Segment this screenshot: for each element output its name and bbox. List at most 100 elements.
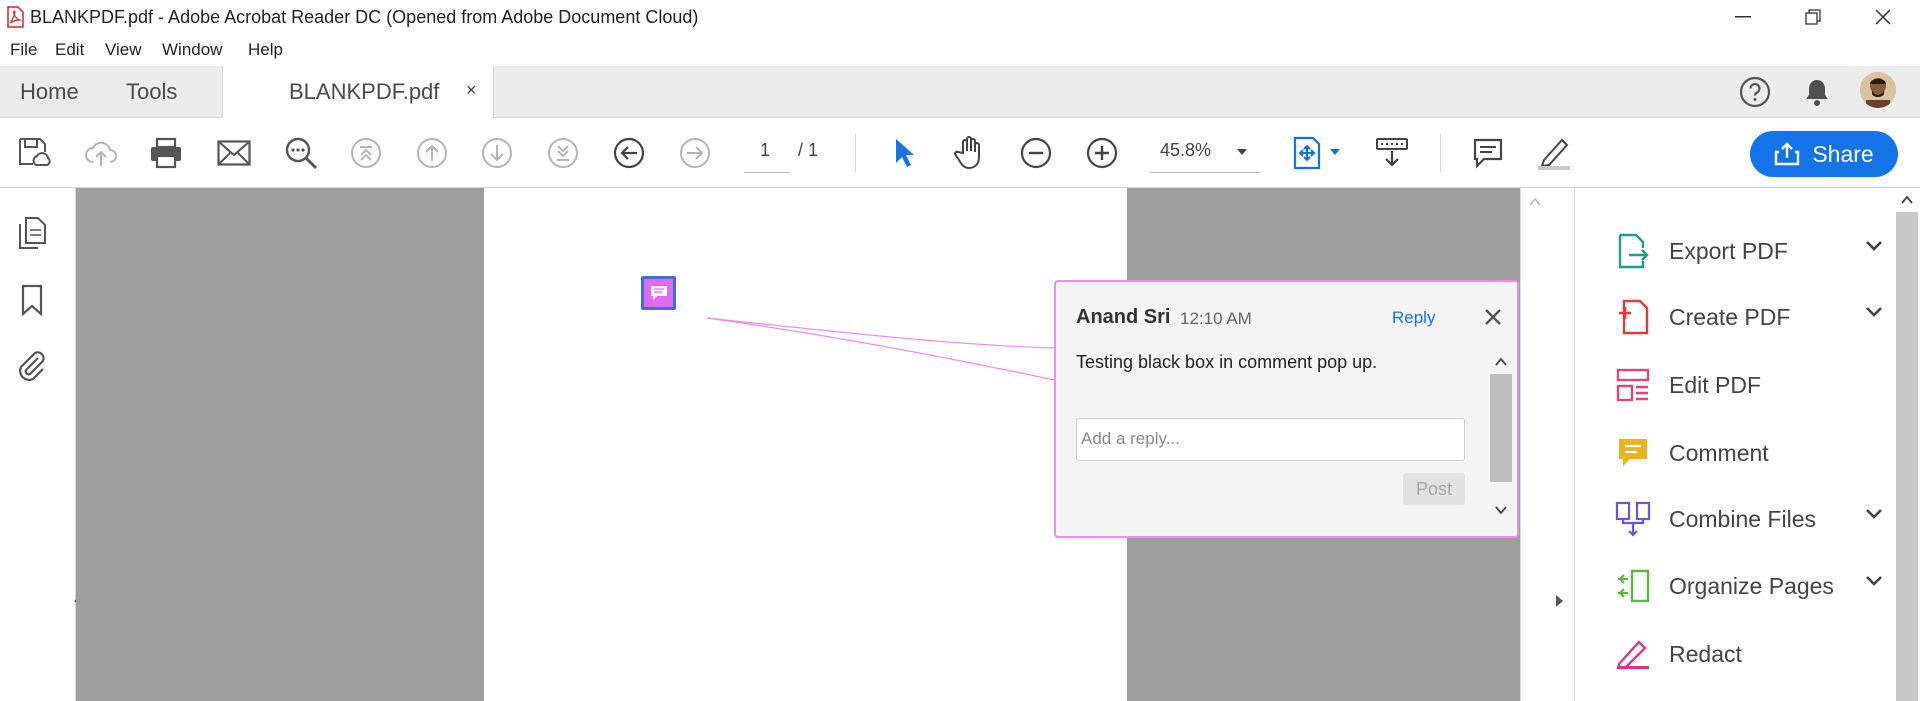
tools-pane: Export PDF Create PDF Edit PDF Comment C…	[1574, 188, 1920, 701]
zoom-dropdown-chevron-icon[interactable]	[1236, 148, 1248, 156]
comment-note-icon	[651, 286, 667, 300]
menu-view[interactable]: View	[105, 40, 142, 60]
tab-document[interactable]: BLANKPDF.pdf ×	[222, 66, 494, 119]
combine-files-icon	[1613, 499, 1653, 539]
tab-document-label: BLANKPDF.pdf	[289, 79, 440, 104]
page-input-underline	[744, 172, 790, 173]
tool-export-pdf[interactable]: Export PDF	[1613, 226, 1883, 276]
comment-timestamp: 12:10 AM	[1180, 309, 1252, 328]
tool-redact-label: Redact	[1669, 640, 1742, 667]
zoom-input-underline	[1150, 172, 1260, 173]
attachments-paperclip-icon[interactable]	[14, 348, 48, 382]
tab-home[interactable]: Home	[20, 66, 79, 118]
tools-pane-scroll-thumb[interactable]	[1896, 212, 1918, 701]
restore-button[interactable]	[1778, 0, 1848, 34]
toolbar-separator	[855, 134, 856, 172]
tool-edit-pdf[interactable]: Edit PDF	[1613, 360, 1883, 410]
menu-edit[interactable]: Edit	[55, 40, 84, 60]
chevron-down-icon[interactable]	[1865, 575, 1883, 587]
menu-window[interactable]: Window	[162, 40, 222, 60]
pdf-page[interactable]	[484, 188, 1127, 701]
page-number-input[interactable]: 1	[760, 140, 770, 161]
share-button[interactable]: Share	[1750, 131, 1898, 177]
user-avatar[interactable]	[1860, 72, 1896, 108]
popup-scroll-thumb[interactable]	[1490, 374, 1512, 482]
comment-popup[interactable]: Anand Sri 12:10 AM Reply Testing black b…	[1054, 280, 1519, 538]
highlight-pen-icon[interactable]	[1534, 133, 1574, 173]
fit-page-dropdown-chevron-icon[interactable]	[1329, 148, 1341, 156]
save-icon[interactable]	[14, 133, 54, 173]
export-pdf-icon	[1613, 231, 1653, 271]
zoom-out-icon[interactable]	[1016, 133, 1056, 173]
bookmarks-icon[interactable]	[20, 284, 44, 316]
upload-cloud-icon[interactable]	[81, 133, 121, 173]
tab-close-button[interactable]: ×	[466, 80, 477, 101]
tool-organize-pages[interactable]: Organize Pages	[1613, 561, 1883, 611]
chevron-down-icon[interactable]	[1865, 306, 1883, 318]
page-thumbnails-icon[interactable]	[16, 216, 48, 250]
organize-pages-icon	[1613, 566, 1653, 606]
doc-scroll-up-icon[interactable]	[1529, 198, 1541, 206]
comment-author: Anand Sri	[1076, 306, 1171, 328]
chevron-down-icon[interactable]	[1865, 240, 1883, 252]
tab-tools[interactable]: Tools	[126, 66, 177, 118]
close-window-button[interactable]	[1848, 0, 1918, 34]
close-popup-icon[interactable]	[1484, 308, 1502, 326]
zoom-level-value[interactable]: 45.8%	[1160, 140, 1211, 161]
email-icon[interactable]	[214, 133, 254, 173]
zoom-in-icon[interactable]	[1082, 133, 1122, 173]
document-scrollbar[interactable]	[1520, 188, 1574, 701]
sticky-note-annotation[interactable]	[641, 276, 676, 310]
tool-organize-pages-label: Organize Pages	[1669, 572, 1834, 599]
toolbar-separator-2	[1440, 134, 1441, 172]
keyboard-scroll-icon[interactable]	[1372, 133, 1412, 173]
main-toolbar: 1 / 1 45.8% Share	[0, 118, 1920, 188]
edit-pdf-icon	[1613, 365, 1653, 405]
notifications-bell-icon[interactable]	[1801, 76, 1833, 108]
scroll-up-arrow-icon[interactable]	[1495, 358, 1507, 366]
share-upload-icon	[1775, 142, 1800, 166]
minimize-button[interactable]	[1708, 0, 1778, 34]
chevron-down-icon[interactable]	[1865, 508, 1883, 520]
next-view-icon	[675, 133, 715, 173]
menu-help[interactable]: Help	[248, 40, 283, 60]
tool-export-pdf-label: Export PDF	[1669, 237, 1788, 264]
search-icon[interactable]	[281, 133, 321, 173]
redact-icon	[1613, 634, 1653, 674]
comment-text: Testing black box in comment pop up.	[1076, 352, 1378, 372]
window-title: BLANKPDF.pdf - Adobe Acrobat Reader DC (…	[30, 7, 699, 27]
page-total: / 1	[798, 140, 819, 160]
add-comment-icon[interactable]	[1468, 133, 1508, 173]
create-pdf-icon	[1613, 297, 1653, 337]
tool-combine-files[interactable]: Combine Files	[1613, 494, 1883, 544]
previous-view-icon[interactable]	[609, 133, 649, 173]
previous-page-icon	[412, 133, 452, 173]
tool-create-pdf[interactable]: Create PDF	[1613, 292, 1883, 342]
expand-right-pane-icon[interactable]	[1555, 594, 1565, 608]
tool-edit-pdf-label: Edit PDF	[1669, 371, 1762, 398]
tab-tools-label: Tools	[126, 79, 178, 104]
tool-create-pdf-label: Create PDF	[1669, 303, 1791, 330]
reply-input[interactable]: Add a reply...	[1076, 418, 1465, 461]
share-button-label: Share	[1812, 140, 1874, 167]
last-page-icon	[543, 133, 583, 173]
next-page-icon	[477, 133, 517, 173]
scroll-down-arrow-icon[interactable]	[1495, 506, 1507, 514]
hand-tool-icon[interactable]	[950, 133, 990, 173]
fit-page-icon[interactable]	[1288, 133, 1328, 173]
comment-reply-link[interactable]: Reply	[1392, 308, 1435, 328]
menu-bar: File Edit View Window Help	[0, 34, 1920, 66]
select-cursor-icon[interactable]	[884, 133, 924, 173]
tool-redact[interactable]: Redact	[1613, 629, 1883, 679]
title-bar: BLANKPDF.pdf - Adobe Acrobat Reader DC (…	[0, 0, 1920, 34]
print-icon[interactable]	[146, 133, 186, 173]
post-button[interactable]: Post	[1403, 473, 1465, 505]
tools-scroll-up-icon[interactable]	[1901, 196, 1913, 204]
tool-combine-files-label: Combine Files	[1669, 505, 1816, 532]
menu-file[interactable]: File	[10, 40, 37, 60]
tab-home-label: Home	[20, 79, 79, 104]
comment-connector-line	[706, 317, 1055, 381]
tool-comment[interactable]: Comment	[1613, 428, 1883, 478]
help-icon[interactable]	[1739, 76, 1771, 108]
first-page-icon	[346, 133, 386, 173]
